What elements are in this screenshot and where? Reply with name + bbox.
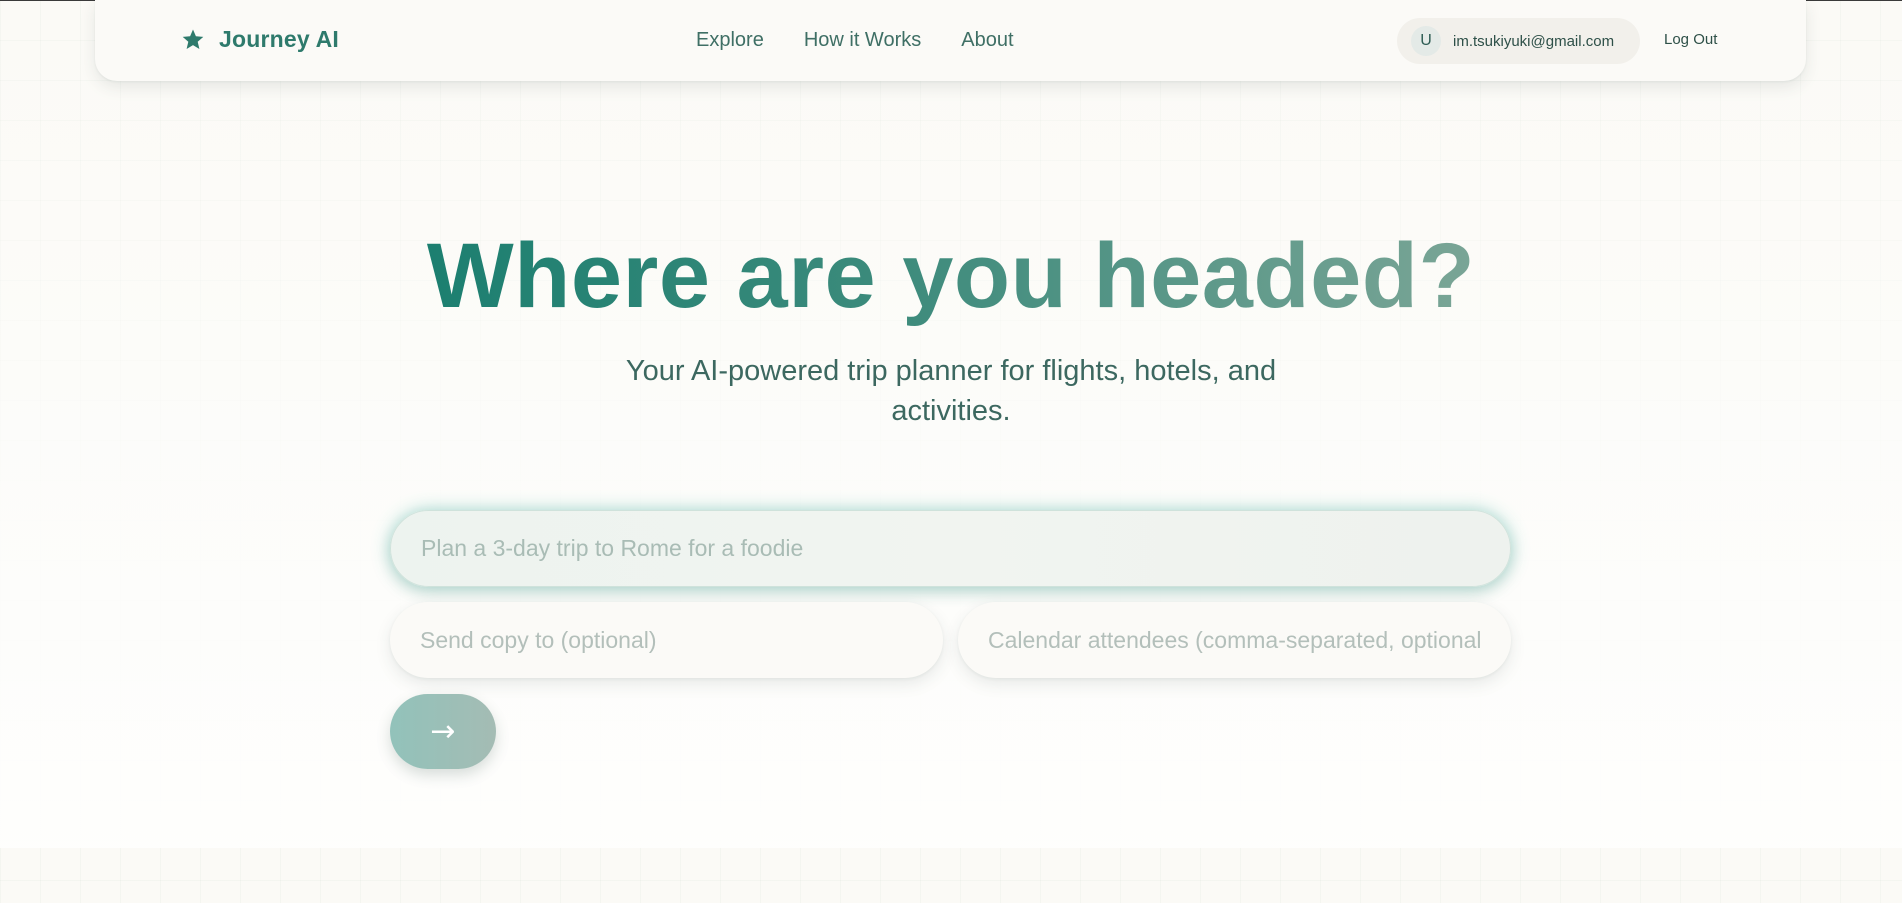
page-title-text: Where are you headed? <box>426 225 1476 327</box>
user-email: im.tsukiyuki@gmail.com <box>1453 32 1615 50</box>
primary-nav: Explore How it Works About <box>696 27 1054 53</box>
nav-link-about[interactable]: About <box>961 27 1013 53</box>
navbar: Journey AI Explore How it Works About U … <box>95 0 1806 81</box>
page-subtitle: Your AI-powered trip planner for flights… <box>625 355 1277 427</box>
user-account-chip[interactable]: U im.tsukiyuki@gmail.com <box>1397 18 1640 64</box>
avatar: U <box>1411 26 1441 56</box>
brand-logo[interactable]: Journey AI <box>181 26 339 53</box>
page-title: Where are you headed? <box>0 222 1902 330</box>
nav-link-how-it-works[interactable]: How it Works <box>804 27 921 53</box>
trip-prompt-input[interactable] <box>390 510 1511 587</box>
send-copy-email-field[interactable] <box>390 602 943 678</box>
arrow-right-icon: → <box>430 714 456 749</box>
nav-link-explore[interactable]: Explore <box>696 27 764 53</box>
logout-button[interactable]: Log Out <box>1664 31 1717 48</box>
brand-name: Journey AI <box>219 26 340 52</box>
submit-button[interactable]: → <box>390 694 496 769</box>
calendar-attendees-field[interactable] <box>958 602 1511 678</box>
star-icon <box>182 29 204 49</box>
